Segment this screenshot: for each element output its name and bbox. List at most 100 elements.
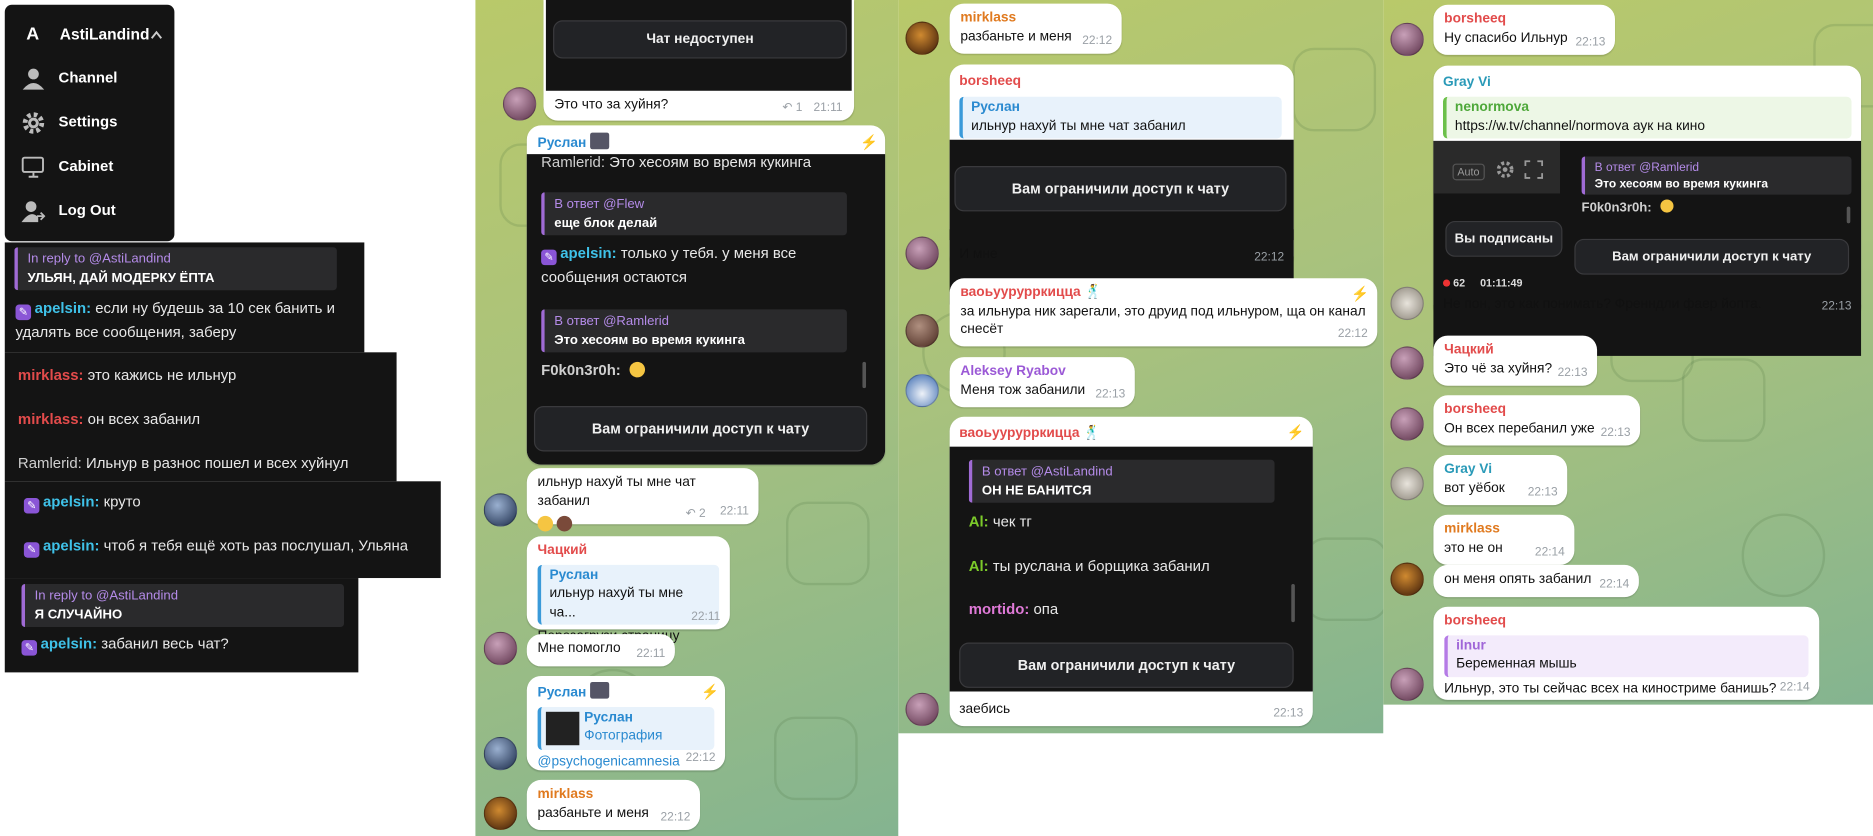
menu-item-logout[interactable]: Log Out: [21, 197, 170, 226]
avatar[interactable]: [1390, 667, 1424, 702]
message-bubble[interactable]: ваоьуурурркицца 🕺 ⚡ В ответ @AstiLandind…: [949, 416, 1313, 727]
sender-name: Чацкий: [537, 543, 588, 558]
photo-thumbnail: [545, 711, 580, 745]
chat-unavailable-button[interactable]: Чат недоступен: [553, 20, 847, 59]
quality-label[interactable]: Auto: [1452, 163, 1485, 181]
boost-icon: ⚡: [860, 133, 878, 151]
avatar[interactable]: [1390, 407, 1424, 441]
chat-line: Ramlerid: Ильнур в разнос пошел и всех х…: [17, 455, 349, 472]
restricted-access-button[interactable]: Вам ограничили доступ к чату: [1574, 238, 1850, 275]
message-bubble[interactable]: borsheeq Ну спасибо Ильнур 22:13: [1433, 4, 1615, 55]
message-bubble[interactable]: ильнур нахуй ты мне чат забанил ↶ 2 22:1…: [526, 468, 759, 532]
message-time: 22:13: [1273, 706, 1304, 720]
message-text: Не пон, это как понимать? Френндли фаер …: [1442, 297, 1762, 312]
fullscreen-icon[interactable]: [1524, 160, 1544, 179]
message-bubble[interactable]: Aleksey Ryabov Меня тож забанили 22:13: [949, 357, 1135, 408]
avatar[interactable]: [1390, 286, 1424, 321]
message-bubble[interactable]: Gray Vi nenormova https://w.tv/channel/no…: [1433, 65, 1862, 356]
message-time: 22:11: [636, 646, 666, 660]
subscribed-button[interactable]: Вы подписаны: [1445, 220, 1563, 257]
account-menu: A AstiLandind Channel Settings Cabinet L…: [4, 4, 175, 242]
menu-item-label: Cabinet: [58, 157, 114, 175]
grin-emoji: [1660, 199, 1674, 213]
reply-count[interactable]: ↶ 1: [782, 100, 802, 116]
reply-quote[interactable]: В ответ @AstiLandind ОН НЕ БАНИТСЯ: [968, 459, 1275, 503]
avatar[interactable]: [1390, 22, 1424, 57]
reply-quote[interactable]: В ответ @Ramlerid Это хесоям во время кук…: [1581, 156, 1852, 195]
message-bubble[interactable]: Руслан ⚡ Руслан Фотография @psychogenicam…: [526, 675, 726, 771]
avatar[interactable]: [483, 493, 518, 527]
boost-icon: ⚡: [701, 683, 720, 700]
avatar[interactable]: [905, 314, 939, 348]
reply-quote[interactable]: nenormova https://w.tv/channel/normova ау…: [1442, 96, 1852, 139]
mention-link[interactable]: @psychogenicamnesia: [538, 754, 680, 768]
reactions[interactable]: [537, 515, 748, 538]
message-bubble[interactable]: borsheeq Руслан ильнур нахуй ты мне чат з…: [949, 64, 1294, 305]
message-bubble[interactable]: borsheeq ilnur Беременная мышь Ильнур, эт…: [1433, 606, 1820, 700]
message-text: Это что за хуйня?: [554, 97, 669, 113]
message-time: 22:13: [1821, 299, 1852, 313]
avatar[interactable]: [483, 631, 518, 666]
avatar[interactable]: [1390, 346, 1424, 380]
avatar[interactable]: [905, 236, 939, 270]
scrollbar[interactable]: [862, 361, 867, 389]
scrollbar[interactable]: [1846, 206, 1851, 224]
message-time: 22:13: [1557, 366, 1588, 380]
message-text: Мне помогло: [537, 641, 621, 656]
chevron-up-icon[interactable]: [150, 30, 163, 40]
sender-name: ваоьуурурркицца 🕺: [959, 426, 1101, 441]
message-time: 22:13: [1095, 387, 1126, 401]
message-bubble[interactable]: Чат недоступен Это что за хуйня? ↶ 1 21:…: [543, 0, 855, 121]
reply-quote[interactable]: In reply to @AstiLandind Я СЛУЧАЙНО: [21, 584, 345, 628]
message-bubble[interactable]: mirklass это не он 22:14: [1433, 514, 1575, 565]
avatar[interactable]: [483, 736, 518, 771]
avatar[interactable]: [905, 21, 939, 55]
menu-item-label: Channel: [58, 69, 118, 86]
avatar[interactable]: [1390, 466, 1424, 501]
restricted-access-button[interactable]: Вам ограничили доступ к чату: [533, 406, 868, 452]
reply-quote[interactable]: In reply to @AstiLandind УЛЬЯН, ДАЙ МОДЕР…: [14, 247, 337, 291]
message-text: Ну спасибо Ильнур: [1444, 30, 1568, 45]
message-bubble[interactable]: ваоьуурурркицца 🕺 ⚡ за ильнура ник зарег…: [949, 278, 1378, 347]
avatar[interactable]: [905, 373, 939, 408]
message-bubble[interactable]: он меня опять забанил 22:14: [1433, 564, 1639, 598]
restricted-access-button[interactable]: Вам ограничили доступ к чату: [959, 642, 1294, 688]
sender-name: mirklass: [537, 787, 594, 802]
message-bubble[interactable]: Чацкий Это чё за хуйня? 22:13: [1433, 335, 1598, 386]
message-time: 22:12: [660, 810, 691, 824]
message-text: это не он: [1444, 540, 1503, 555]
account-name[interactable]: AstiLandind: [60, 25, 150, 43]
message-bubble[interactable]: Gray Vi вот уёбок 22:13: [1433, 455, 1568, 506]
sender-name: Gray Vi: [1444, 462, 1493, 477]
message-text: Ильнур, это ты сейчас всех на киностриме…: [1444, 681, 1777, 696]
chat-line: mirklass: он всех забанил: [17, 410, 201, 428]
message-text: заебись: [959, 702, 1011, 717]
message-bubble[interactable]: Чацкий Русланильнур нахуй ты мне ча... П…: [526, 536, 730, 644]
scrollbar[interactable]: [1291, 584, 1295, 623]
avatar[interactable]: [1390, 562, 1424, 596]
reply-quote[interactable]: В ответ @Ramlerid Это хесоям во время кук…: [541, 309, 847, 353]
message-bubble[interactable]: Руслан ⚡ Ramlerid: Это хесоям во время к…: [526, 125, 886, 465]
reply-quote[interactable]: В ответ @Flew еще блок делай: [541, 192, 847, 236]
reply-quote[interactable]: Руслан Фотография: [537, 706, 715, 750]
reply-quote[interactable]: Руслан ильнур нахуй ты мне чат забанил: [959, 96, 1282, 139]
message-bubble[interactable]: mirklass разбаньте и меня 22:12: [526, 779, 700, 831]
reply-quote[interactable]: ilnur Беременная мышь: [1444, 634, 1809, 677]
reply-count[interactable]: ↶ 2: [686, 506, 706, 522]
message-bubble[interactable]: borsheeq Он всех перебанил уже 22:13: [1433, 395, 1641, 446]
menu-item-channel[interactable]: Channel: [22, 64, 170, 93]
menu-item-cabinet[interactable]: Cabinet: [21, 153, 170, 182]
message-bubble[interactable]: Мне помогло 22:11: [526, 634, 675, 667]
message-bubble[interactable]: mirklass разбаньте и меня 22:12: [949, 3, 1122, 54]
pencil-icon: ✎: [541, 249, 557, 266]
message-text: вот уёбок: [1444, 480, 1505, 496]
sender-name: borsheeq: [959, 74, 1022, 89]
message-time: 22:12: [1337, 326, 1368, 340]
menu-item-settings[interactable]: Settings: [22, 109, 170, 138]
avatar[interactable]: [502, 87, 537, 121]
gear-icon[interactable]: [1496, 160, 1515, 179]
avatar[interactable]: [483, 796, 518, 831]
restricted-access-button[interactable]: Вам ограничили доступ к чату: [954, 166, 1287, 212]
sender-name: Gray Vi: [1442, 75, 1491, 90]
avatar[interactable]: [905, 692, 939, 727]
